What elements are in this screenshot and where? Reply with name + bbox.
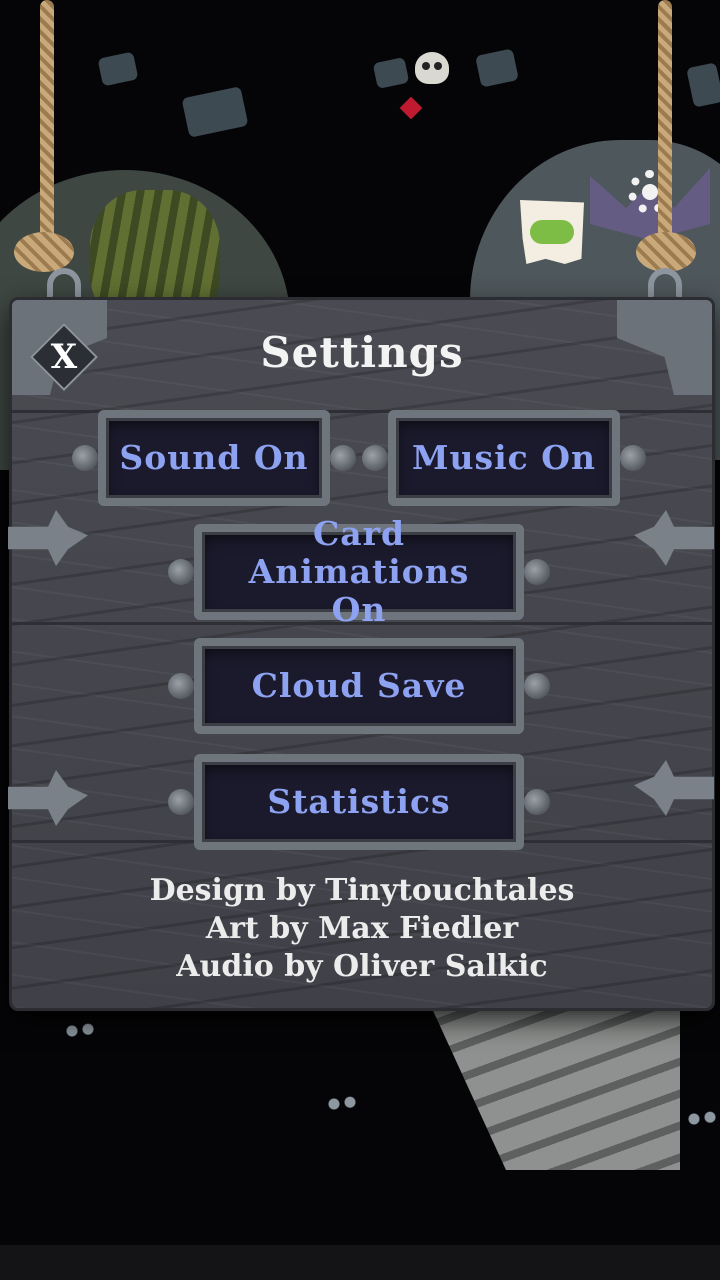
card-animations-toggle-button[interactable]: Card Animations On [168, 515, 550, 629]
rock [475, 48, 519, 88]
rope-knot-right [636, 232, 696, 272]
skull-icon [415, 52, 449, 84]
hinge-right-bottom [634, 760, 714, 816]
gem-icon [399, 96, 423, 120]
pebbles [322, 1095, 362, 1113]
rope-knot-left [14, 232, 74, 272]
rock [181, 86, 249, 138]
ring-left [47, 268, 81, 302]
page-title: Settings [260, 328, 464, 377]
card-animations-toggle-label: Card Animations On [248, 514, 470, 629]
cloud-save-label: Cloud Save [251, 666, 467, 705]
ring-right [648, 268, 682, 302]
rope-right [658, 0, 672, 245]
music-toggle-button[interactable]: Music On [362, 410, 646, 506]
statistics-label: Statistics [267, 782, 451, 821]
gamepad-icon[interactable] [520, 200, 584, 264]
sound-toggle-label: Sound On [119, 438, 309, 477]
credit-art: Art by Max Fiedler [205, 911, 519, 946]
credit-audio: Audio by Oliver Salkic [176, 949, 548, 984]
music-toggle-label: Music On [412, 438, 596, 477]
credit-design: Design by Tinytouchtales [149, 873, 575, 908]
statistics-button[interactable]: Statistics [168, 754, 550, 850]
hinge-left-bottom [8, 770, 88, 826]
rope-left [40, 0, 54, 245]
sound-toggle-button[interactable]: Sound On [72, 410, 356, 506]
pebbles [682, 1110, 720, 1128]
hinge-left-top [8, 510, 88, 566]
hinge-right-top [634, 510, 714, 566]
credits: Design by Tinytouchtales Art by Max Fied… [12, 872, 712, 986]
floor [0, 1245, 720, 1280]
rock [97, 51, 139, 87]
rock [372, 56, 410, 90]
rock [686, 62, 720, 108]
cloud-save-button[interactable]: Cloud Save [168, 638, 550, 734]
stairs-decoration [419, 980, 680, 1170]
pebbles [60, 1022, 100, 1040]
settings-panel: X Settings Sound On Music On Card Animat… [8, 300, 714, 1008]
